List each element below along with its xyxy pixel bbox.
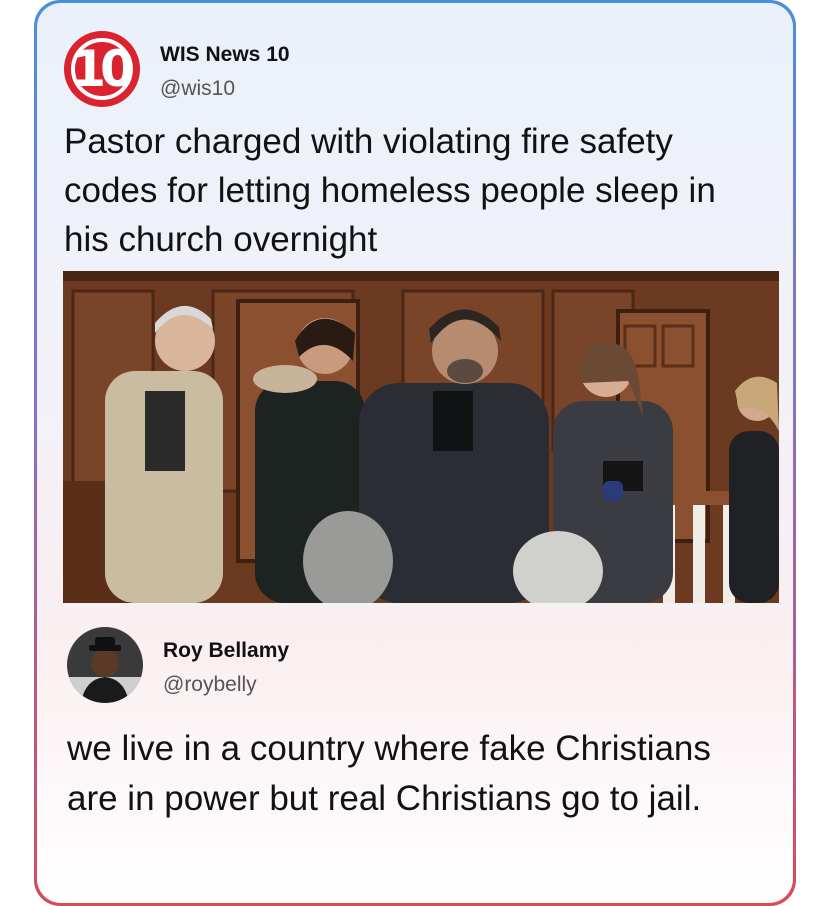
author-name[interactable]: WIS News 10	[160, 43, 290, 67]
divider	[37, 603, 793, 609]
roy-bellamy-avatar[interactable]	[67, 627, 143, 703]
tweet-card: 10 WIS News 10 @wis10 Pastor charged wit…	[37, 3, 793, 903]
wis10-logo-avatar[interactable]: 10	[64, 31, 140, 107]
tweet-text: we live in a country where fake Christia…	[67, 729, 711, 818]
author-name[interactable]: Roy Bellamy	[163, 639, 289, 663]
author-handle[interactable]: @roybelly	[163, 673, 257, 697]
tweet-text: Pastor charged with violating fire safet…	[64, 122, 716, 259]
author-handle[interactable]: @wis10	[160, 77, 235, 101]
courtroom-photo-image	[63, 271, 779, 603]
wis10-logo-text: 10	[71, 38, 135, 100]
profile-photo-image	[67, 627, 143, 703]
news-photo[interactable]	[63, 271, 779, 603]
screenshot-frame: 10 WIS News 10 @wis10 Pastor charged wit…	[34, 0, 796, 906]
